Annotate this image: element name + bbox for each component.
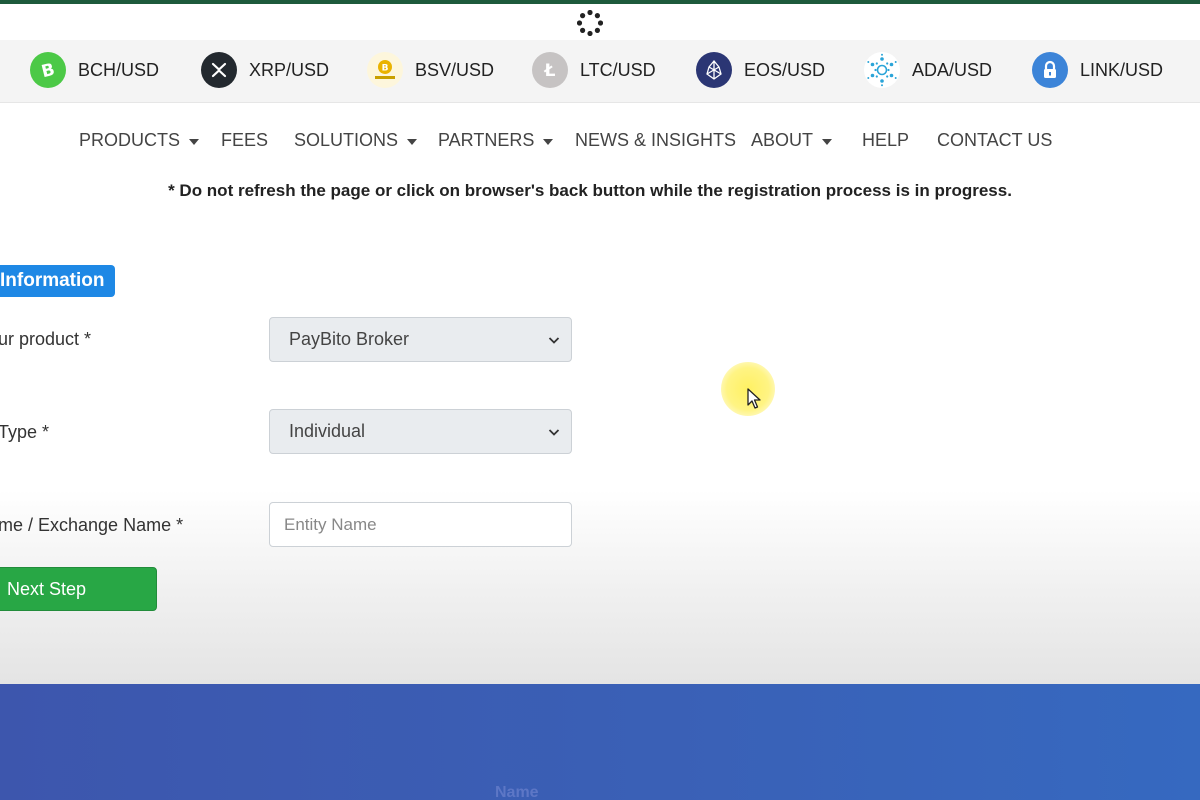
ticker-item-xrp[interactable]: XRP/USD — [201, 50, 329, 90]
product-select-value: PayBito Broker — [289, 329, 410, 349]
type-select-value: Individual — [289, 421, 366, 441]
chevron-down-icon — [548, 337, 560, 344]
registration-warning-notice: * Do not refresh the page or click on br… — [168, 181, 1012, 200]
entity-name-input[interactable] — [269, 502, 572, 547]
price-ticker: B BCH/USD XRP/USD B BSV/USD Ł LTC/USD EO… — [0, 40, 1200, 103]
nav-about[interactable]: ABOUT — [751, 130, 833, 151]
ticker-pair-label: LINK/USD — [1080, 59, 1164, 80]
mouse-cursor-icon — [747, 388, 761, 409]
chevron-down-icon — [548, 429, 560, 436]
nav-news-label: NEWS & INSIGHTS — [575, 130, 737, 150]
ticker-item-eos[interactable]: EOS/USD — [696, 50, 825, 90]
ticker-item-ada[interactable]: ADA/USD — [864, 50, 992, 90]
nav-partners[interactable]: PARTNERS — [438, 130, 554, 151]
nav-contact-label: CONTACT US — [937, 130, 1053, 150]
type-label: Type * — [0, 422, 50, 442]
ticker-pair-label: EOS/USD — [744, 59, 826, 80]
ticker-item-ltc[interactable]: Ł LTC/USD — [532, 50, 656, 90]
caret-down-icon — [407, 138, 418, 145]
nav-products[interactable]: PRODUCTS — [79, 130, 200, 151]
caret-down-icon — [822, 138, 833, 145]
nav-solutions-label: SOLUTIONS — [294, 130, 399, 150]
next-step-button[interactable]: Next Step — [0, 567, 157, 611]
svg-text:B: B — [382, 64, 389, 74]
caret-down-icon — [543, 138, 554, 145]
loading-spinner-icon — [577, 10, 603, 36]
nav-fees-label: FEES — [221, 130, 269, 150]
eos-icon — [696, 52, 732, 88]
nav-solutions[interactable]: SOLUTIONS — [294, 130, 418, 151]
ticker-pair-label: ADA/USD — [912, 59, 993, 80]
bitcoin-sv-icon: B — [367, 52, 403, 88]
nav-contact-us[interactable]: CONTACT US — [937, 130, 1052, 151]
entity-name-label: me / Exchange Name * — [0, 515, 184, 535]
nav-help[interactable]: HELP — [862, 130, 909, 151]
main-nav: PRODUCTS FEES SOLUTIONS PARTNERS NEWS & … — [0, 126, 1200, 158]
svg-text:Ł: Ł — [544, 61, 556, 80]
nav-fees[interactable]: FEES — [221, 130, 268, 151]
svg-text:B: B — [40, 60, 57, 80]
ticker-item-bsv[interactable]: B BSV/USD — [367, 50, 494, 90]
cardano-icon — [864, 52, 900, 88]
ticker-pair-label: BCH/USD — [78, 59, 160, 80]
nav-partners-label: PARTNERS — [438, 130, 535, 150]
ticker-pair-label: BSV/USD — [415, 59, 495, 80]
footer-band: Name — [0, 684, 1200, 800]
litecoin-icon: Ł — [532, 52, 568, 88]
top-accent-bar — [0, 0, 1200, 4]
type-select[interactable]: Individual — [269, 409, 572, 454]
ticker-item-bch[interactable]: B BCH/USD — [30, 50, 159, 90]
ticker-pair-label: LTC/USD — [580, 59, 656, 80]
registration-page: B BCH/USD XRP/USD B BSV/USD Ł LTC/USD EO… — [0, 0, 1200, 800]
nav-products-label: PRODUCTS — [79, 130, 181, 150]
product-select[interactable]: PayBito Broker — [269, 317, 572, 362]
nav-news-insights[interactable]: NEWS & INSIGHTS — [575, 130, 736, 151]
footer-name-label: Name — [495, 784, 539, 800]
caret-down-icon — [189, 138, 200, 145]
nav-about-label: ABOUT — [751, 130, 814, 150]
bitcoin-cash-icon: B — [30, 52, 66, 88]
product-label: ur product * — [0, 329, 92, 349]
ticker-pair-label: XRP/USD — [249, 59, 330, 80]
section-title-badge: Information — [0, 265, 115, 297]
ripple-icon — [201, 52, 237, 88]
ticker-item-link[interactable]: LINK/USD — [1032, 50, 1163, 90]
chainlink-icon — [1032, 52, 1068, 88]
nav-help-label: HELP — [862, 130, 910, 150]
